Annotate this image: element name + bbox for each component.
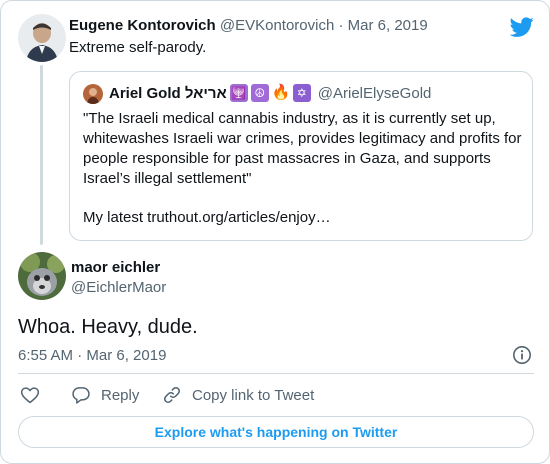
reply-label: Reply bbox=[101, 386, 140, 404]
quoted-author-handle: @ArielElyseGold bbox=[317, 84, 432, 102]
quoted-tweet-header: Ariel Gold אריאל 🕎 ☮ 🔥 ✡ @ArielElyseGold bbox=[109, 84, 431, 102]
copy-link-label: Copy link to Tweet bbox=[192, 386, 315, 404]
main-author-handle[interactable]: @EichlerMaor bbox=[71, 279, 166, 296]
parent-author-handle[interactable]: @EVKontorovich bbox=[220, 17, 334, 34]
reply-button[interactable]: Reply bbox=[71, 385, 139, 405]
quoted-tweet-text: "The Israeli medical cannabis industry, … bbox=[83, 110, 522, 187]
thread-connector-line bbox=[40, 65, 43, 245]
quoted-tweet[interactable]: Ariel Gold אריאל 🕎 ☮ 🔥 ✡ @ArielElyseGold… bbox=[69, 71, 533, 241]
tweet-timestamp[interactable]: 6:55 AM · Mar 6, 2019 bbox=[18, 347, 166, 364]
like-button[interactable] bbox=[20, 385, 40, 405]
peace-emoji-icon: ☮ bbox=[250, 84, 269, 102]
fire-emoji-icon: 🔥 bbox=[271, 84, 291, 101]
parent-tweet-text: Extreme self-parody. bbox=[69, 39, 207, 56]
main-tweet-text: Whoa. Heavy, dude. bbox=[18, 316, 198, 338]
quoted-author-name: Ariel Gold אריאל bbox=[109, 84, 227, 102]
copy-link-button[interactable]: Copy link to Tweet bbox=[162, 385, 314, 405]
divider bbox=[18, 373, 534, 374]
main-author-avatar[interactable] bbox=[18, 252, 66, 300]
heart-icon bbox=[20, 387, 40, 404]
link-icon bbox=[164, 387, 180, 403]
info-icon[interactable] bbox=[512, 345, 532, 365]
main-author-name[interactable]: maor eichler bbox=[71, 259, 160, 276]
star-of-david-emoji-icon: ✡ bbox=[292, 84, 311, 102]
header-separator: · bbox=[338, 17, 344, 34]
quoted-tweet-link-text: My latest truthout.org/articles/enjoy… bbox=[83, 209, 331, 226]
parent-tweet-header: Eugene Kontorovich @EVKontorovich · Mar … bbox=[69, 17, 428, 34]
parent-author-avatar[interactable] bbox=[18, 14, 66, 62]
twitter-logo-icon[interactable] bbox=[509, 15, 534, 39]
menorah-emoji-icon: 🕎 bbox=[229, 84, 248, 102]
explore-twitter-button[interactable]: Explore what's happening on Twitter bbox=[18, 416, 534, 448]
reply-icon bbox=[72, 387, 90, 404]
parent-tweet-date[interactable]: Mar 6, 2019 bbox=[348, 17, 428, 34]
embedded-tweet-card: Eugene Kontorovich @EVKontorovich · Mar … bbox=[0, 0, 550, 464]
quoted-author-avatar bbox=[83, 84, 103, 104]
parent-author-name[interactable]: Eugene Kontorovich bbox=[69, 17, 216, 34]
